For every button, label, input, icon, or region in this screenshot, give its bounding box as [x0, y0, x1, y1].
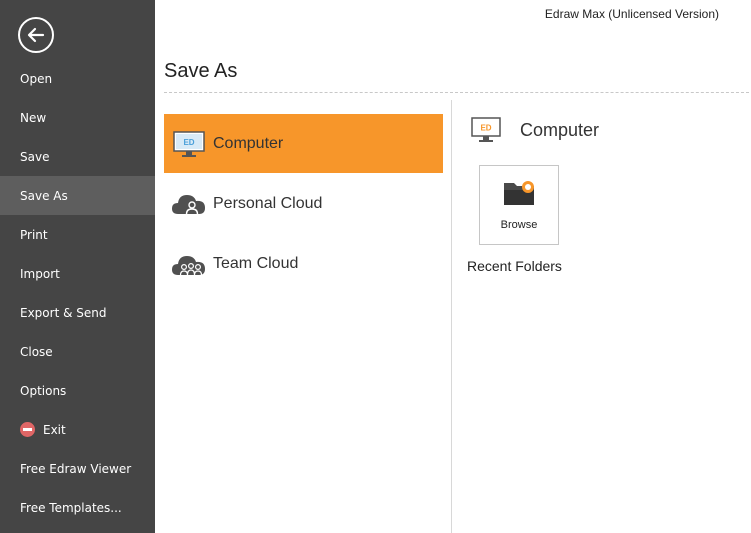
menu-label: Free Edraw Viewer — [20, 461, 132, 476]
menu-exit[interactable]: Exit — [0, 410, 155, 449]
location-computer[interactable]: ED Computer — [164, 114, 443, 173]
back-arrow-icon — [27, 27, 45, 43]
right-pane-header: ED Computer — [470, 116, 599, 144]
menu-label: Close — [20, 344, 53, 359]
app-title: Edraw Max (Unlicensed Version) — [544, 7, 719, 21]
location-label: Personal Cloud — [213, 194, 323, 212]
menu-label: New — [20, 110, 47, 125]
menu-label: Exit — [43, 422, 66, 437]
right-pane-title: Computer — [520, 119, 600, 140]
pane-divider — [451, 100, 452, 533]
menu-label: Export & Send — [20, 305, 107, 320]
menu-label: Open — [20, 71, 53, 86]
menu-open[interactable]: Open — [0, 59, 155, 98]
heading-divider — [164, 92, 749, 93]
ed-logo-text: ED — [480, 124, 491, 133]
folder-icon — [504, 181, 534, 205]
menu-options[interactable]: Options — [0, 371, 155, 410]
location-team-cloud[interactable]: Team Cloud — [164, 234, 443, 293]
menu-label: Save — [20, 149, 50, 164]
location-label: Team Cloud — [213, 254, 299, 272]
menu-free-templates[interactable]: Free Templates... — [0, 488, 155, 527]
menu-save-as[interactable]: Save As — [0, 176, 155, 215]
recent-folders-label: Recent Folders — [467, 258, 562, 274]
browse-label: Browse — [500, 219, 538, 231]
menu-free-edraw-viewer[interactable]: Free Edraw Viewer — [0, 449, 155, 488]
ed-logo-text: ED — [183, 138, 194, 147]
team-cloud-icon — [170, 249, 208, 279]
computer-icon: ED — [170, 129, 208, 159]
menu-label: Print — [20, 227, 48, 242]
menu-export-send[interactable]: Export & Send — [0, 293, 155, 332]
menu-label: Free Templates... — [20, 500, 122, 515]
menu-print[interactable]: Print — [0, 215, 155, 254]
browse-button[interactable]: Browse — [479, 165, 559, 245]
page-title: Save As — [164, 60, 238, 82]
menu-label: Import — [20, 266, 60, 281]
menu-label: Options — [20, 383, 67, 398]
computer-icon: ED — [471, 117, 501, 142]
menu-import[interactable]: Import — [0, 254, 155, 293]
menu-close[interactable]: Close — [0, 332, 155, 371]
location-personal-cloud[interactable]: Personal Cloud — [164, 174, 443, 233]
menu-save[interactable]: Save — [0, 137, 155, 176]
location-label: Computer — [213, 134, 284, 152]
personal-cloud-icon — [170, 189, 208, 219]
menu-new[interactable]: New — [0, 98, 155, 137]
menu-label: Save As — [20, 188, 68, 203]
exit-icon — [20, 422, 35, 437]
backstage-sidebar: Open New Save Save As Print Import Expor… — [0, 0, 155, 533]
back-button[interactable] — [18, 17, 54, 53]
